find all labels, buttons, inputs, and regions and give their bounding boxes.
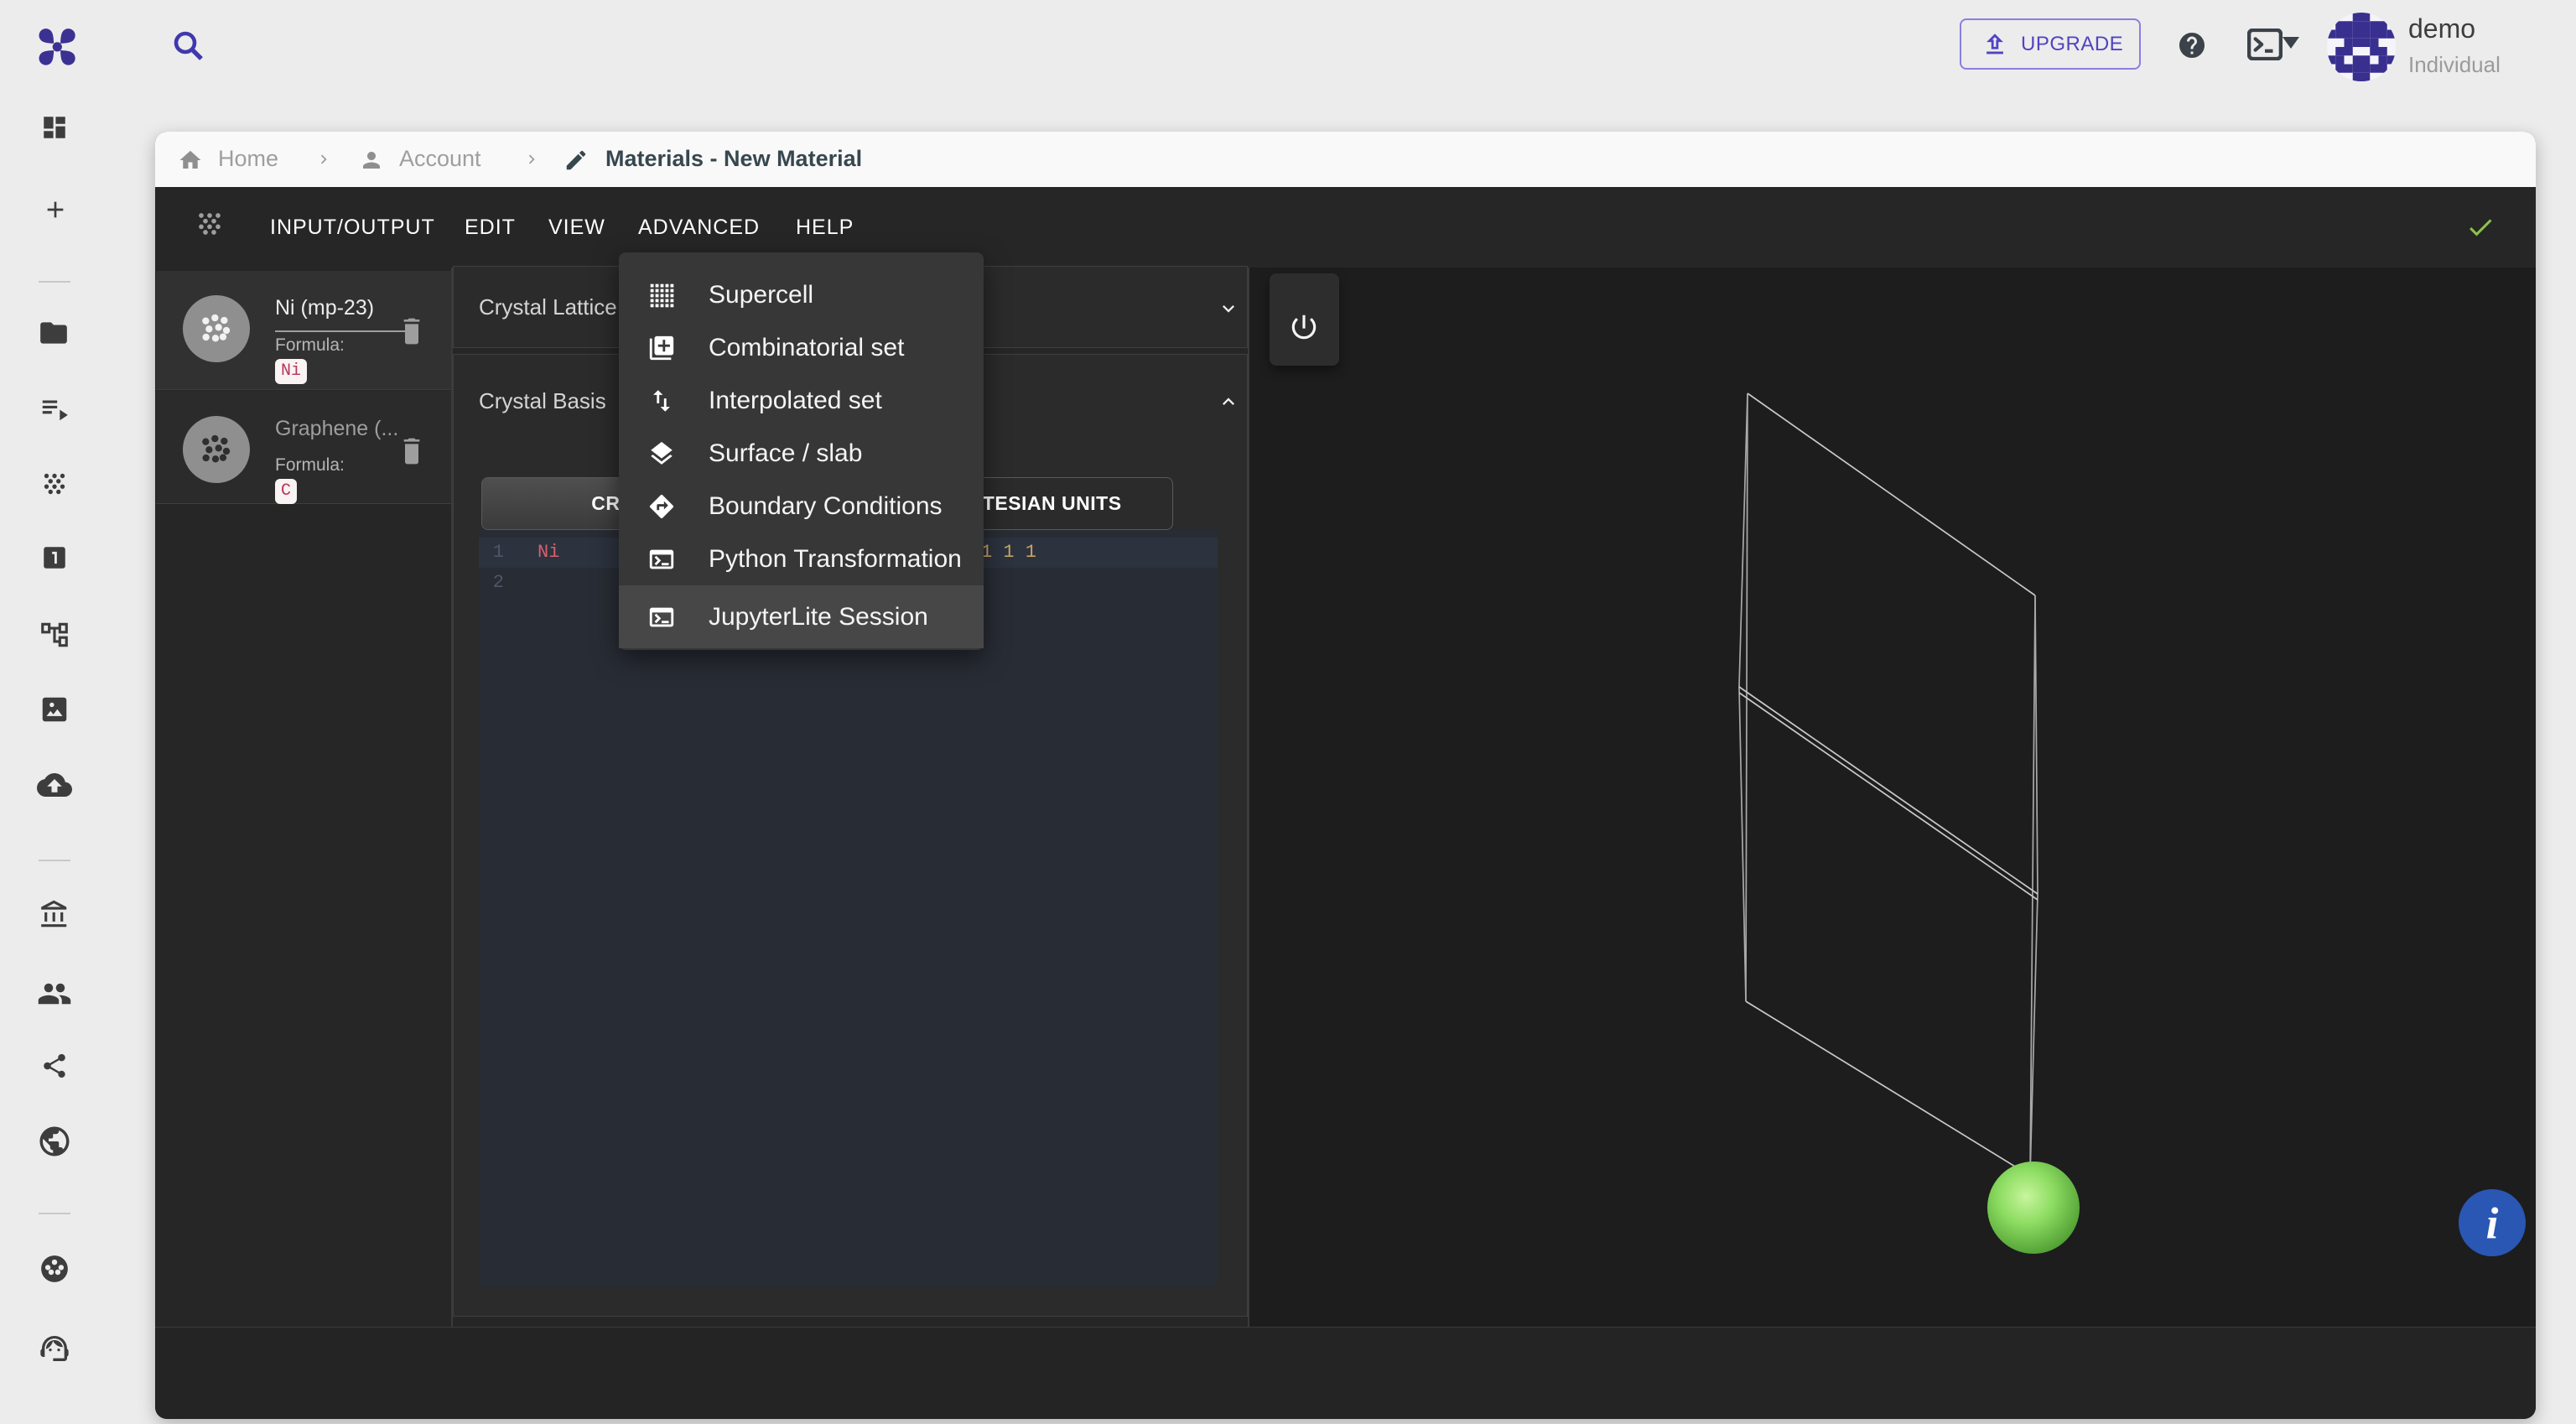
svg-text:i: i: [2486, 1198, 2499, 1249]
